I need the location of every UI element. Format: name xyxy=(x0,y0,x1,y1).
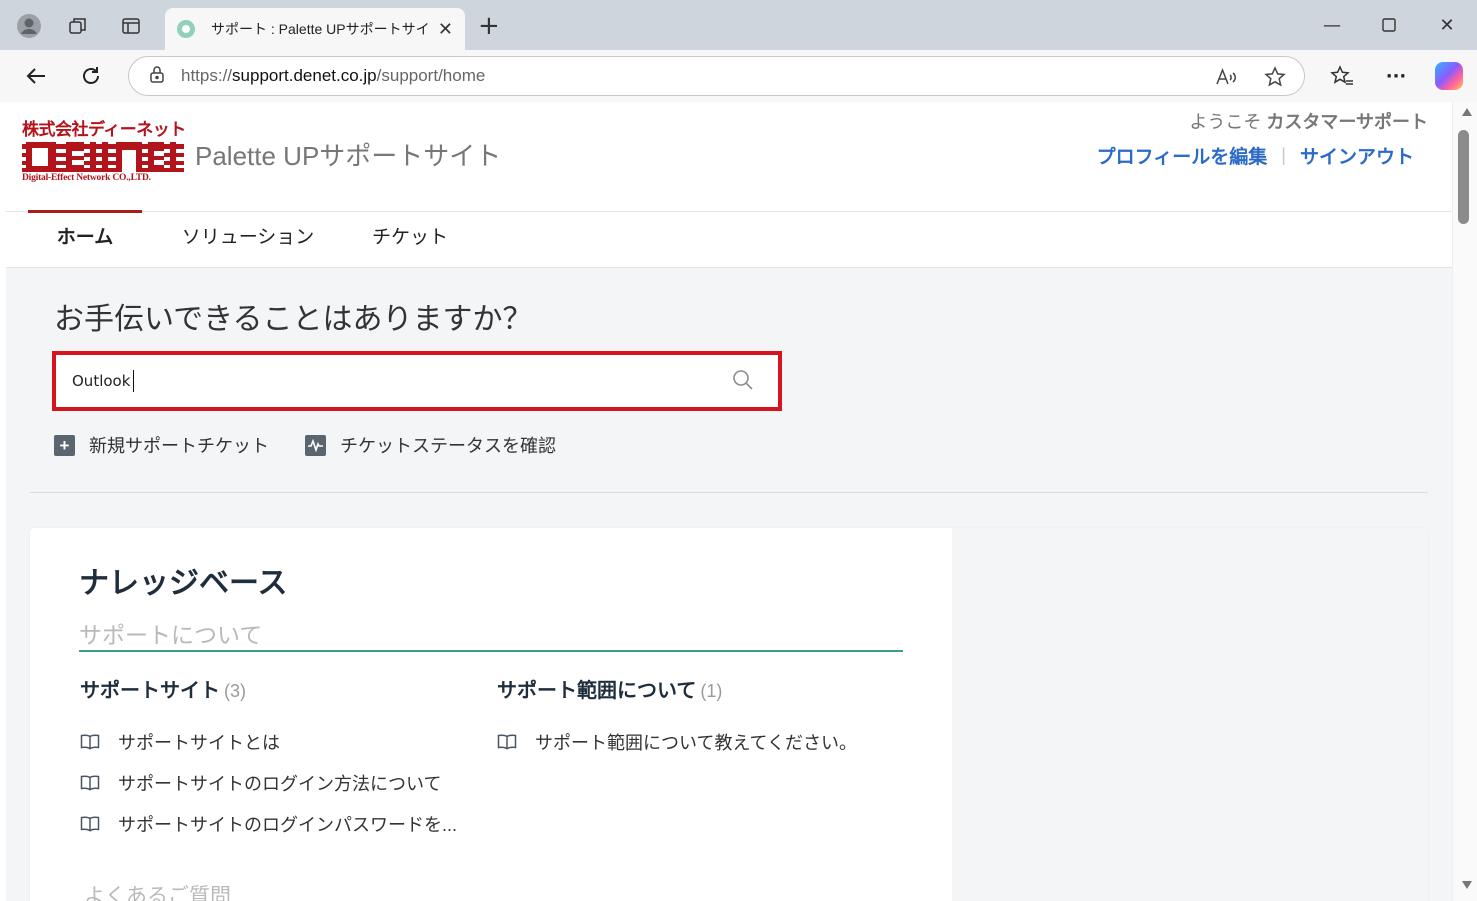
kb-article[interactable]: サポートサイトのログインパスワードを... xyxy=(80,803,480,844)
book-icon xyxy=(80,734,100,750)
site-header: 株式会社ディーネット Digital-Effect Network CO.,LT… xyxy=(6,102,1452,212)
read-aloud-icon[interactable] xyxy=(1215,57,1237,97)
nav-tab-solutions[interactable]: ソリューション xyxy=(176,212,320,268)
knowledge-base-section[interactable]: サポートについて xyxy=(79,616,903,652)
kb-category: サポート範囲について (1) サポート範囲について教えてください。 xyxy=(497,674,897,762)
search-input[interactable] xyxy=(56,355,778,407)
new-tab-plus-icon[interactable]: + xyxy=(478,13,500,39)
logo-mark-icon xyxy=(22,142,184,172)
user-links: プロフィールを編集 | サインアウト xyxy=(1097,142,1414,169)
kb-category-title[interactable]: サポート範囲について (1) xyxy=(497,674,897,703)
book-icon xyxy=(80,816,100,832)
company-logo[interactable]: 株式会社ディーネット Digital-Effect Network CO.,LT… xyxy=(22,120,186,190)
tab-title: サポート : Palette UPサポートサイト xyxy=(211,21,428,37)
user-name: カスタマーサポート xyxy=(1266,112,1428,132)
scroll-up-arrow-icon[interactable] xyxy=(1462,108,1472,116)
kb-article[interactable]: サポート範囲について教えてください。 xyxy=(497,721,897,762)
kb-category-count: (3) xyxy=(224,681,246,701)
ticket-status-link[interactable]: チケットステータスを確認 xyxy=(305,432,556,458)
book-icon xyxy=(80,775,100,791)
sign-out-link[interactable]: サインアウト xyxy=(1300,142,1414,169)
nav-tab-home[interactable]: ホーム xyxy=(28,210,142,268)
knowledge-base-card: ナレッジベース サポートについて サポートサイト (3) サポートサイトとは サポ… xyxy=(30,528,1428,901)
logo-company-name: 株式会社ディーネット xyxy=(22,120,186,139)
edit-profile-link[interactable]: プロフィールを編集 xyxy=(1097,142,1268,169)
search-icon[interactable] xyxy=(732,369,754,391)
scroll-down-arrow-icon[interactable] xyxy=(1462,881,1472,889)
browser-toolbar: https://support.denet.co.jp/support/home… xyxy=(0,50,1477,102)
book-icon xyxy=(497,734,517,750)
kb-article[interactable]: サポートサイトのログイン方法について xyxy=(80,762,480,803)
knowledge-base-title: ナレッジベース xyxy=(79,567,288,600)
vertical-tabs-icon[interactable] xyxy=(117,12,145,40)
kb-article-list: サポート範囲について教えてください。 xyxy=(497,721,897,762)
search-box xyxy=(52,351,782,411)
page-scrollbar[interactable] xyxy=(1452,102,1477,901)
logo-company-english: Digital-Effect Network CO.,LTD. xyxy=(22,173,151,183)
hero-title: お手伝いできることはありますか？ xyxy=(54,303,533,336)
kb-article[interactable]: サポートサイトとは xyxy=(80,721,480,762)
favorites-icon[interactable] xyxy=(1326,60,1358,92)
new-ticket-link[interactable]: + 新規サポートチケット xyxy=(54,432,269,458)
browser-tab-active[interactable]: サポート : Palette UPサポートサイト ✕ xyxy=(165,8,465,50)
ticket-status-label: チケットステータスを確認 xyxy=(340,436,556,456)
copilot-icon[interactable] xyxy=(1435,62,1463,90)
kb-category-title[interactable]: サポートサイト (3) xyxy=(80,674,480,703)
page-viewport: 株式会社ディーネット Digital-Effect Network CO.,LT… xyxy=(6,102,1452,901)
profile-icon[interactable] xyxy=(15,12,43,40)
faq-section-title[interactable]: よくあるご質問 xyxy=(84,880,231,901)
link-separator: | xyxy=(1281,145,1286,165)
quick-actions: + 新規サポートチケット チケットステータスを確認 xyxy=(54,432,592,458)
maximize-icon[interactable] xyxy=(1369,10,1409,40)
browser-tab-bar: サポート : Palette UPサポートサイト ✕ + — ✕ xyxy=(0,0,1477,50)
more-options-icon[interactable]: ··· xyxy=(1380,60,1412,92)
kb-category: サポートサイト (3) サポートサイトとは サポートサイトのログイン方法について … xyxy=(80,674,480,844)
minimize-icon[interactable]: — xyxy=(1312,10,1352,40)
site-navigation: ホーム ソリューション チケット xyxy=(6,210,1452,268)
scroll-thumb[interactable] xyxy=(1458,130,1469,224)
window-close-icon[interactable]: ✕ xyxy=(1427,10,1467,40)
sidebar-panel xyxy=(952,528,1428,901)
site-favicon-icon xyxy=(177,20,195,38)
address-bar[interactable]: https://support.denet.co.jp/support/home xyxy=(128,56,1305,96)
back-arrow-icon[interactable] xyxy=(20,60,52,92)
nav-tab-tickets[interactable]: チケット xyxy=(360,212,460,268)
tab-close-icon[interactable]: ✕ xyxy=(438,19,453,40)
plus-square-icon: + xyxy=(54,434,75,456)
section-divider xyxy=(30,492,1428,493)
lock-icon[interactable] xyxy=(149,65,165,87)
workspaces-icon[interactable] xyxy=(64,12,92,40)
url-text: https://support.denet.co.jp/support/home xyxy=(181,66,486,85)
kb-category-count: (1) xyxy=(700,681,723,701)
welcome-message: ようこそ カスタマーサポート xyxy=(1189,112,1428,132)
kb-article-list: サポートサイトとは サポートサイトのログイン方法について サポートサイトのログイ… xyxy=(80,721,480,844)
text-cursor xyxy=(133,370,134,392)
site-title: Palette UPサポートサイト xyxy=(195,141,502,171)
new-ticket-label: 新規サポートチケット xyxy=(89,436,269,456)
refresh-icon[interactable] xyxy=(75,60,107,92)
favorite-star-icon[interactable] xyxy=(1264,57,1286,97)
pulse-icon xyxy=(305,434,326,456)
